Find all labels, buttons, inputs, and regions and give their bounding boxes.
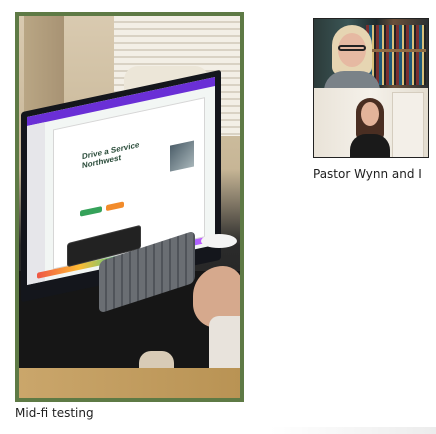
shelf-board <box>366 49 426 52</box>
slide-thumbnails <box>27 122 45 285</box>
mid-fi-testing-caption: Mid-fi testing <box>15 406 94 420</box>
bookshelf <box>366 25 426 85</box>
slide-headline: Drive a Service Northwest <box>82 140 140 171</box>
video-tile-bottom <box>314 88 428 157</box>
slide-secondary-button <box>106 201 124 212</box>
glasses <box>338 45 366 51</box>
bookshelf <box>24 16 64 116</box>
participant-body <box>350 134 390 157</box>
photo-scene: Drive a Service Northwest <box>19 16 240 398</box>
bottom-fade-bar <box>270 427 436 434</box>
mid-fi-testing-photo[interactable]: Drive a Service Northwest <box>15 12 244 402</box>
page: Drive a Service Northwest Mid-fi testing <box>0 0 436 434</box>
video-call-caption: Pastor Wynn and I <box>313 167 422 181</box>
slide-primary-button <box>80 206 102 217</box>
video-call-photo[interactable] <box>313 18 429 158</box>
door <box>392 92 424 157</box>
floor <box>19 368 240 398</box>
slide-image <box>170 140 194 172</box>
participant-face <box>361 102 379 126</box>
mouse <box>201 234 237 248</box>
video-tile-top <box>314 19 428 88</box>
